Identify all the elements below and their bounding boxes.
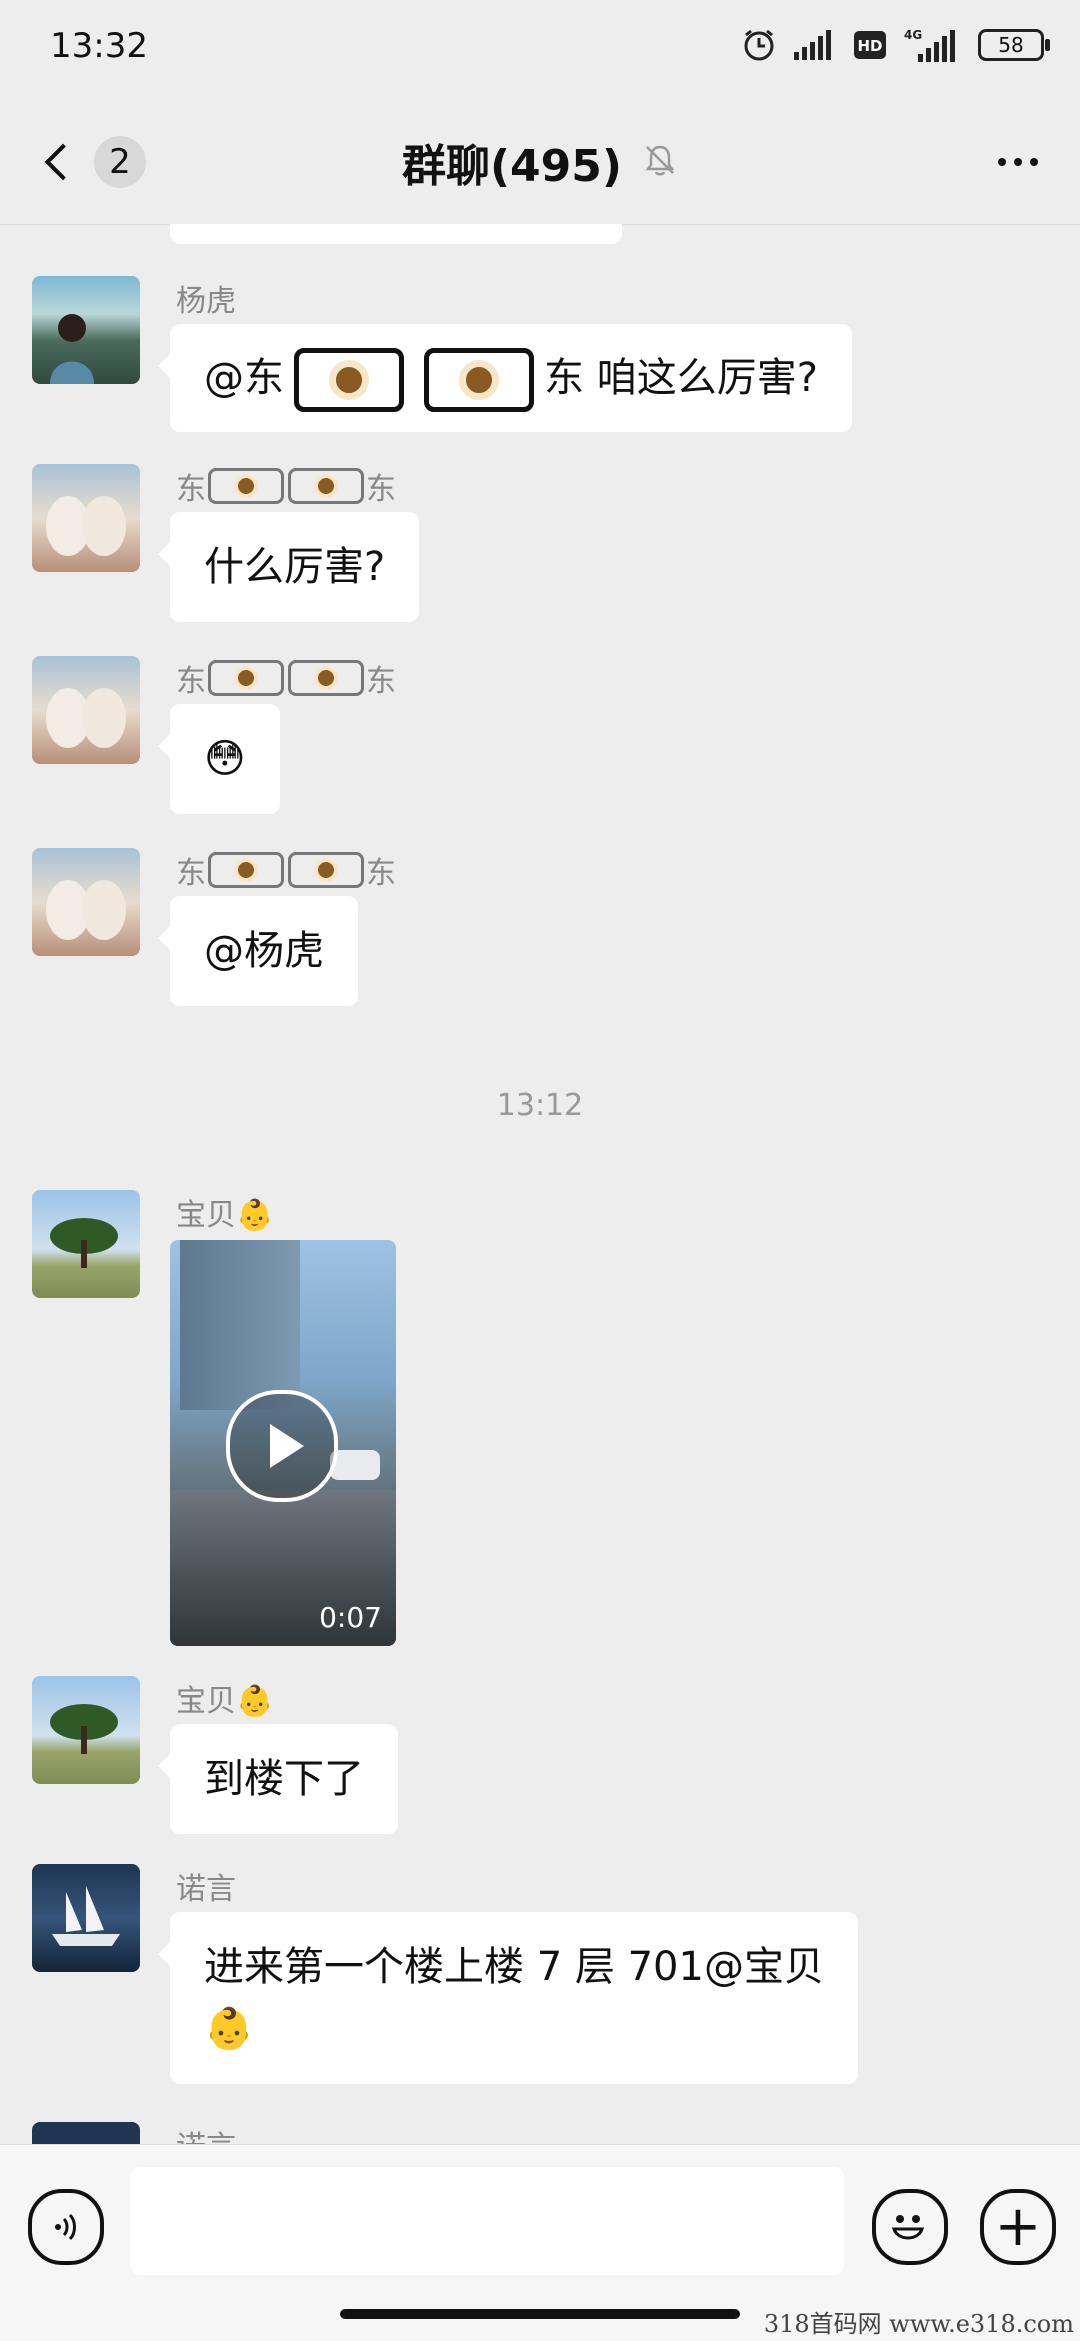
eye-emoji-icon xyxy=(288,852,364,888)
message-input[interactable] xyxy=(130,2167,844,2275)
avatar[interactable] xyxy=(32,2122,140,2144)
message-text: 👶 xyxy=(204,2006,254,2052)
eye-emoji-icon xyxy=(208,660,284,696)
nav-bar: 2 群聊(495) xyxy=(0,100,1080,225)
avatar[interactable] xyxy=(32,276,140,384)
battery-icon: 58 xyxy=(978,29,1050,61)
emoji-icon[interactable] xyxy=(872,2189,948,2265)
message-text: 进来第一个楼上楼 7 层 701@宝贝 xyxy=(204,1944,824,1990)
avatar[interactable] xyxy=(32,1864,140,1972)
message-text: 东 咱这么厉害? xyxy=(544,355,818,401)
message-bubble[interactable]: @杨虎 xyxy=(158,896,358,1006)
sender-name: 东东 xyxy=(176,848,396,892)
sender-name: 诺言 xyxy=(176,1872,236,1907)
avatar[interactable] xyxy=(32,656,140,764)
status-time: 13:32 xyxy=(50,26,148,66)
svg-text:HD: HD xyxy=(857,37,882,55)
eye-emoji-icon xyxy=(288,468,364,504)
voice-icon[interactable] xyxy=(28,2189,104,2265)
sender-name: 诺言 xyxy=(176,2122,236,2144)
video-message[interactable]: 0:07 xyxy=(170,1240,396,1646)
message-bubble[interactable]: 😳 xyxy=(158,704,280,814)
video-duration: 0:07 xyxy=(319,1601,382,1634)
nav-title-wrap: 群聊(495) xyxy=(0,130,1080,194)
battery-level: 58 xyxy=(998,33,1024,57)
play-icon[interactable] xyxy=(226,1390,338,1502)
message-bubble[interactable]: 到楼下了 xyxy=(158,1724,398,1834)
eye-emoji-icon xyxy=(208,468,284,504)
status-icons: HD 4G 58 xyxy=(742,28,1050,62)
message-bubble[interactable]: @东 东 咱这么厉害? xyxy=(158,324,852,432)
alarm-icon xyxy=(742,28,776,62)
message-bubble[interactable]: 进来第一个楼上楼 7 层 701@宝贝 👶 xyxy=(158,1912,858,2084)
message-bubble[interactable]: 什么厉害? xyxy=(157,512,420,622)
sender-name: 东东 xyxy=(176,656,396,700)
eye-emoji-icon xyxy=(288,660,364,696)
more-icon[interactable] xyxy=(986,140,1050,184)
sender-name: 宝贝👶 xyxy=(176,1684,274,1719)
mute-bell-icon xyxy=(642,142,678,182)
avatar[interactable] xyxy=(32,464,140,572)
sender-name: 宝贝👶 xyxy=(176,1198,274,1233)
sender-name: 东东 xyxy=(176,464,396,508)
avatar[interactable] xyxy=(32,848,140,956)
status-bar: 13:32 HD 4G 58 xyxy=(0,0,1080,100)
partial-bubble xyxy=(170,224,622,244)
home-indicator[interactable] xyxy=(340,2309,740,2319)
avatar[interactable] xyxy=(32,1676,140,1784)
input-bar: + 318首码网 www.e318.com xyxy=(0,2144,1080,2341)
page-title: 群聊(495) xyxy=(401,141,623,192)
signal-icon xyxy=(794,30,836,60)
watermark-text: 318首码网 www.e318.com xyxy=(763,2310,1074,2338)
sender-name: 杨虎 xyxy=(176,284,236,319)
plus-icon[interactable]: + xyxy=(980,2189,1056,2265)
eye-emoji-icon xyxy=(208,852,284,888)
svg-text:4G: 4G xyxy=(904,28,922,42)
eye-emoji-icon xyxy=(294,348,404,412)
avatar[interactable] xyxy=(32,1190,140,1298)
hd-icon: HD xyxy=(854,31,886,59)
message-timestamp: 13:12 xyxy=(496,1088,584,1123)
signal-4g-icon: 4G xyxy=(904,28,960,62)
message-text: @东 xyxy=(204,355,284,401)
eye-emoji-icon xyxy=(424,348,534,412)
chat-area[interactable]: 杨虎 @东 东 咱这么厉害? 东东 什么厉害? 东东 😳 东东 @杨虎 13:12 xyxy=(0,224,1080,2144)
